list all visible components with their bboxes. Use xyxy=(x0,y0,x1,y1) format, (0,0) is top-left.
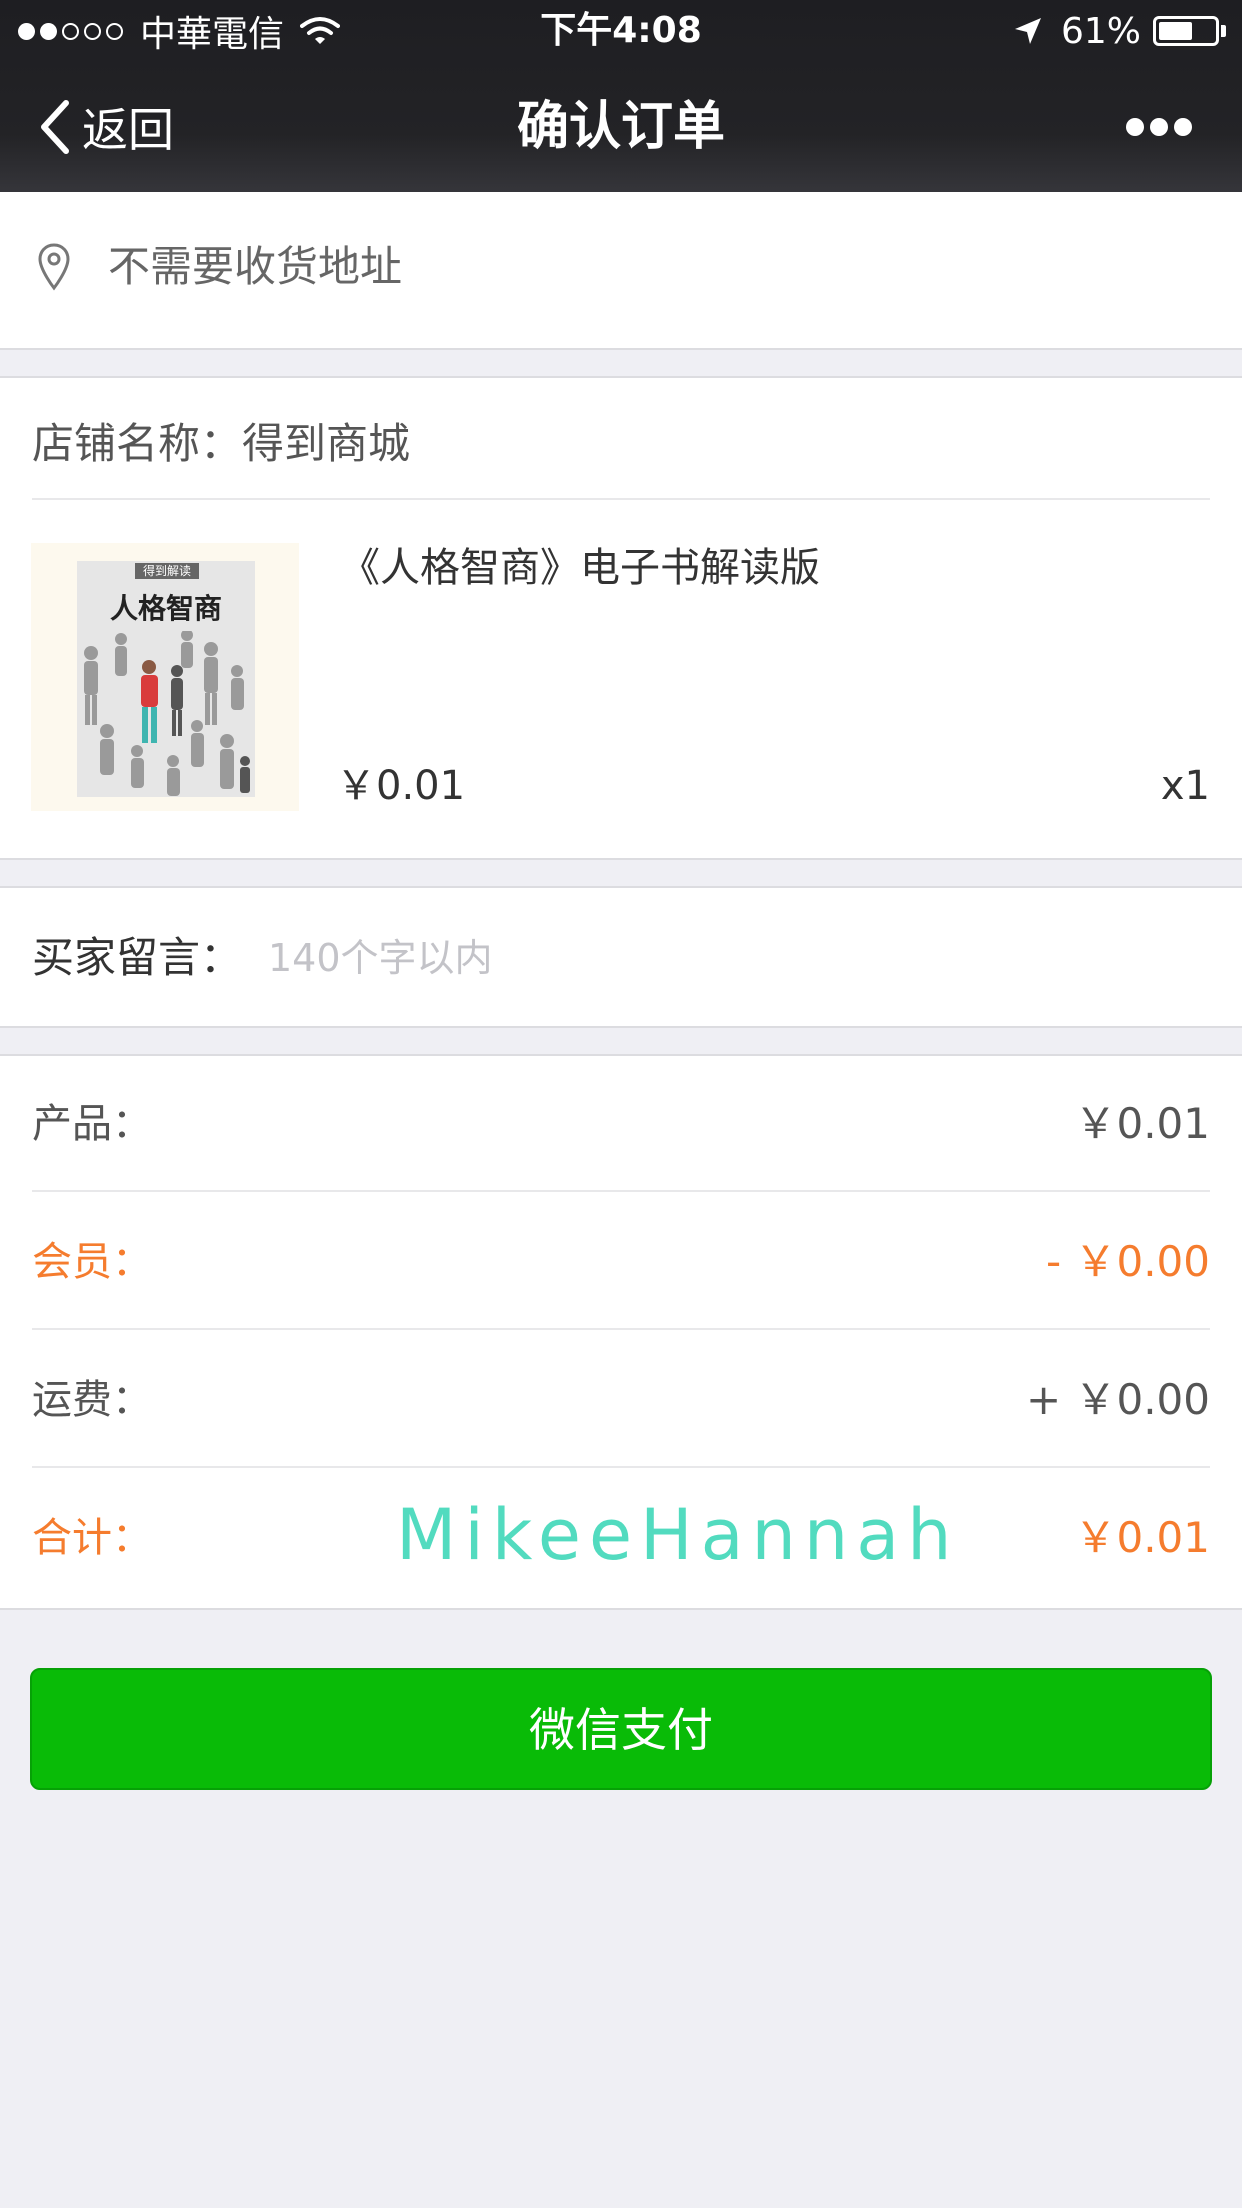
address-section[interactable]: 不需要收货地址 xyxy=(0,192,1242,350)
battery-cap xyxy=(1221,25,1226,37)
divider xyxy=(32,1190,1210,1192)
status-right: 61% xyxy=(1013,6,1226,56)
summary-value: + ￥0.00 xyxy=(1025,1375,1210,1424)
summary-label: 运费： xyxy=(32,1377,152,1423)
product-price: ￥0.01 xyxy=(336,763,466,809)
battery-icon xyxy=(1153,16,1219,46)
location-arrow-icon xyxy=(1014,18,1041,44)
book-cover: 得到解读 人格智商 xyxy=(77,561,255,797)
battery-percent: 61% xyxy=(1060,10,1141,52)
battery-fill xyxy=(1159,22,1192,40)
summary-row-shipping: 运费： + ￥0.00 xyxy=(32,1332,1210,1468)
summary-value: ￥0.01 xyxy=(1074,1513,1210,1562)
divider xyxy=(32,498,1210,500)
summary-value: - ￥0.00 xyxy=(1045,1237,1210,1286)
shop-section: 店铺名称：得到商城 得到解读 人格智商 《人格智商》电子书解读版 ￥0.01 x… xyxy=(0,376,1242,860)
summary-row-member-discount: 会员： - ￥0.00 xyxy=(32,1194,1210,1330)
nav-bar: 返回 确认订单 xyxy=(0,62,1242,192)
more-dot-icon xyxy=(1174,118,1192,136)
more-options-button[interactable] xyxy=(1126,112,1192,142)
page-title: 确认订单 xyxy=(516,97,725,157)
more-dot-icon xyxy=(1126,118,1144,136)
buyer-message-label: 买家留言： xyxy=(32,933,243,982)
location-pin-icon xyxy=(38,243,70,291)
more-dot-icon xyxy=(1150,118,1168,136)
watermark: MikeeHannah xyxy=(396,1494,960,1576)
shop-name: 店铺名称：得到商城 xyxy=(32,419,411,468)
book-cover-title: 人格智商 xyxy=(109,592,222,625)
product-title[interactable]: 《人格智商》电子书解读版 xyxy=(340,538,820,598)
product-cover-image[interactable]: 得到解读 人格智商 xyxy=(31,543,299,811)
summary-value: ￥0.01 xyxy=(1074,1099,1210,1148)
summary-label: 会员： xyxy=(32,1239,152,1285)
buyer-message-input[interactable] xyxy=(268,928,1168,988)
divider xyxy=(32,1328,1210,1330)
summary-row-product: 产品： ￥0.01 xyxy=(32,1056,1210,1192)
crowd-illustration xyxy=(84,631,250,796)
divider xyxy=(32,1466,1210,1468)
summary-label: 产品： xyxy=(32,1101,152,1147)
buyer-message-section: 买家留言： xyxy=(0,886,1242,1028)
summary-label: 合计： xyxy=(32,1515,152,1561)
top-bar: 中華電信 下午4:08 61% 返回 确认订单 xyxy=(0,0,1242,192)
status-bar: 中華電信 下午4:08 61% xyxy=(0,0,1242,62)
product-quantity: x1 xyxy=(1160,763,1210,809)
book-cover-tag: 得到解读 xyxy=(135,563,199,579)
wechat-pay-button[interactable]: 微信支付 xyxy=(30,1668,1212,1790)
address-text: 不需要收货地址 xyxy=(108,242,403,291)
